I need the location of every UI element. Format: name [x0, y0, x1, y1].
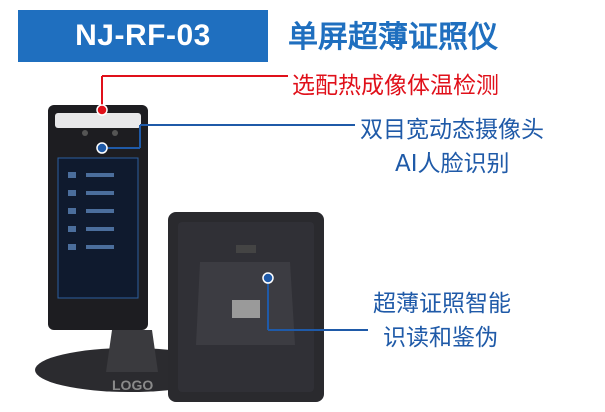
camera-lens-left	[82, 130, 88, 136]
tablet-top-bar	[55, 113, 141, 128]
base-logo: LOGO	[112, 377, 153, 393]
thermal-callout-dot	[96, 104, 108, 116]
device-stand	[106, 330, 158, 372]
device-illustration: LOGO	[35, 75, 368, 402]
document-callout-dot	[262, 272, 274, 284]
scanner-tab	[236, 245, 256, 253]
camera-callout-dot	[96, 142, 108, 154]
scanner-slot	[232, 300, 260, 318]
camera-lens-right	[112, 130, 118, 136]
